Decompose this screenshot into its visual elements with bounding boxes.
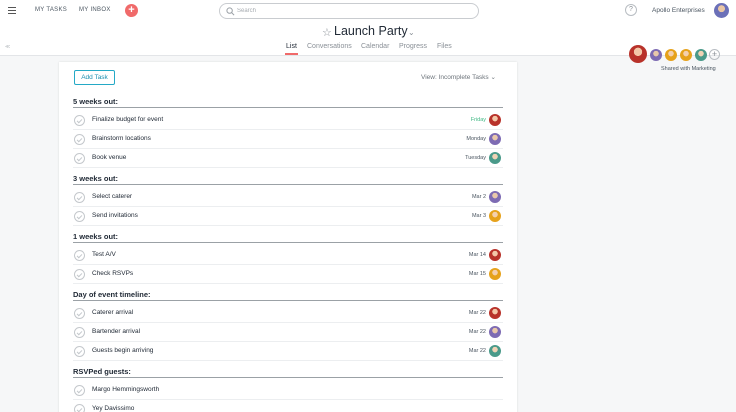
complete-checkbox[interactable] bbox=[74, 115, 85, 126]
tab-files[interactable]: Files bbox=[437, 43, 452, 50]
member-avatar[interactable] bbox=[650, 49, 662, 61]
my-inbox-link[interactable]: MY INBOX bbox=[79, 7, 111, 13]
favorite-star-icon[interactable]: ☆ bbox=[322, 26, 332, 39]
task-name[interactable]: Book venue bbox=[92, 154, 126, 161]
task-name[interactable]: Select caterer bbox=[92, 193, 132, 200]
complete-checkbox[interactable] bbox=[74, 134, 85, 145]
complete-checkbox[interactable] bbox=[74, 404, 85, 412]
member-avatar[interactable] bbox=[695, 49, 707, 61]
task-row[interactable]: Select caterer Mar 2 bbox=[73, 188, 503, 207]
chevron-down-icon: ⌄ bbox=[490, 74, 496, 81]
section-header[interactable]: 3 weeks out: bbox=[73, 174, 503, 185]
task-name[interactable]: Brainstorm locations bbox=[92, 135, 151, 142]
user-avatar[interactable] bbox=[714, 3, 729, 18]
active-tab-indicator bbox=[285, 53, 298, 55]
task-row[interactable]: Check RSVPs Mar 15 bbox=[73, 265, 503, 284]
section-header[interactable]: 5 weeks out: bbox=[73, 97, 503, 108]
collapse-sidebar-icon[interactable]: ≪ bbox=[5, 44, 10, 50]
view-filter-label: View: Incomplete Tasks bbox=[421, 74, 489, 81]
complete-checkbox[interactable] bbox=[74, 308, 85, 319]
task-row[interactable]: Yey Davissimo bbox=[73, 400, 503, 412]
task-list-panel: Add Task View: Incomplete Tasks ⌄ 5 week… bbox=[59, 62, 517, 412]
help-icon[interactable]: ? bbox=[625, 4, 637, 16]
section-header[interactable]: 1 weeks out: bbox=[73, 232, 503, 243]
task-row[interactable]: Guests begin arriving Mar 22 bbox=[73, 342, 503, 361]
complete-checkbox[interactable] bbox=[74, 269, 85, 280]
search-input[interactable] bbox=[237, 5, 467, 17]
search-icon bbox=[226, 7, 235, 16]
due-date[interactable]: Mar 2 bbox=[472, 194, 486, 200]
complete-checkbox[interactable] bbox=[74, 346, 85, 357]
organization-name[interactable]: Apollo Enterprises bbox=[652, 7, 705, 14]
task-row[interactable]: Test A/V Mar 14 bbox=[73, 246, 503, 265]
assignee-avatar[interactable] bbox=[489, 210, 501, 222]
tab-calendar[interactable]: Calendar bbox=[361, 43, 389, 50]
task-name[interactable]: Finalize budget for event bbox=[92, 116, 163, 123]
task-row[interactable]: Margo Hemmingsworth bbox=[73, 381, 503, 400]
assignee-avatar[interactable] bbox=[489, 249, 501, 261]
member-avatar[interactable] bbox=[680, 49, 692, 61]
due-date[interactable]: Mar 22 bbox=[469, 348, 486, 354]
assignee-avatar[interactable] bbox=[489, 152, 501, 164]
project-title[interactable]: Launch Party bbox=[334, 24, 408, 38]
task-row[interactable]: Send invitations Mar 3 bbox=[73, 207, 503, 226]
add-task-button[interactable]: Add Task bbox=[74, 70, 115, 85]
complete-checkbox[interactable] bbox=[74, 192, 85, 203]
project-owner-avatar[interactable] bbox=[629, 45, 647, 63]
complete-checkbox[interactable] bbox=[74, 385, 85, 396]
task-name[interactable]: Margo Hemmingsworth bbox=[92, 386, 159, 393]
task-name[interactable]: Caterer arrival bbox=[92, 309, 133, 316]
tab-conversations[interactable]: Conversations bbox=[307, 43, 352, 50]
section-header[interactable]: RSVPed guests: bbox=[73, 367, 503, 378]
due-date[interactable]: Mar 22 bbox=[469, 329, 486, 335]
task-name[interactable]: Send invitations bbox=[92, 212, 138, 219]
assignee-avatar[interactable] bbox=[489, 345, 501, 357]
my-tasks-link[interactable]: MY TASKS bbox=[35, 7, 67, 13]
task-row[interactable]: Caterer arrival Mar 22 bbox=[73, 304, 503, 323]
task-name[interactable]: Check RSVPs bbox=[92, 270, 133, 277]
task-row[interactable]: Bartender arrival Mar 22 bbox=[73, 323, 503, 342]
task-row[interactable]: Finalize budget for event Friday bbox=[73, 111, 503, 130]
due-date[interactable]: Friday bbox=[471, 117, 486, 123]
add-member-icon[interactable]: + bbox=[709, 49, 720, 60]
project-header: ≪ ☆ Launch Party ⌄ List Conversations Ca… bbox=[0, 22, 736, 72]
due-date[interactable]: Mar 14 bbox=[469, 252, 486, 258]
assignee-avatar[interactable] bbox=[489, 114, 501, 126]
complete-checkbox[interactable] bbox=[74, 250, 85, 261]
view-filter-dropdown[interactable]: View: Incomplete Tasks ⌄ bbox=[421, 73, 496, 81]
top-bar: MY TASKS MY INBOX + ? Apollo Enterprises bbox=[0, 0, 736, 22]
due-date[interactable]: Mar 3 bbox=[472, 213, 486, 219]
shared-with-label[interactable]: Shared with Marketing bbox=[661, 66, 716, 72]
complete-checkbox[interactable] bbox=[74, 327, 85, 338]
task-row[interactable]: Brainstorm locations Monday bbox=[73, 130, 503, 149]
task-name[interactable]: Yey Davissimo bbox=[92, 405, 134, 412]
due-date[interactable]: Mar 22 bbox=[469, 310, 486, 316]
member-avatar[interactable] bbox=[665, 49, 677, 61]
due-date[interactable]: Monday bbox=[466, 136, 486, 142]
complete-checkbox[interactable] bbox=[74, 153, 85, 164]
task-name[interactable]: Bartender arrival bbox=[92, 328, 140, 335]
tab-progress[interactable]: Progress bbox=[399, 43, 427, 50]
assignee-avatar[interactable] bbox=[489, 326, 501, 338]
menu-icon[interactable] bbox=[8, 7, 16, 14]
project-menu-chevron-icon[interactable]: ⌄ bbox=[408, 28, 415, 37]
task-name[interactable]: Test A/V bbox=[92, 251, 116, 258]
search-bar bbox=[219, 3, 479, 19]
assignee-avatar[interactable] bbox=[489, 268, 501, 280]
due-date[interactable]: Tuesday bbox=[465, 155, 486, 161]
due-date[interactable]: Mar 15 bbox=[469, 271, 486, 277]
assignee-avatar[interactable] bbox=[489, 191, 501, 203]
complete-checkbox[interactable] bbox=[74, 211, 85, 222]
assignee-avatar[interactable] bbox=[489, 307, 501, 319]
task-row[interactable]: Book venue Tuesday bbox=[73, 149, 503, 168]
section-header[interactable]: Day of event timeline: bbox=[73, 290, 503, 301]
assignee-avatar[interactable] bbox=[489, 133, 501, 145]
task-name[interactable]: Guests begin arriving bbox=[92, 347, 153, 354]
tab-list[interactable]: List bbox=[286, 43, 297, 50]
quick-add-plus-icon[interactable]: + bbox=[125, 4, 138, 17]
